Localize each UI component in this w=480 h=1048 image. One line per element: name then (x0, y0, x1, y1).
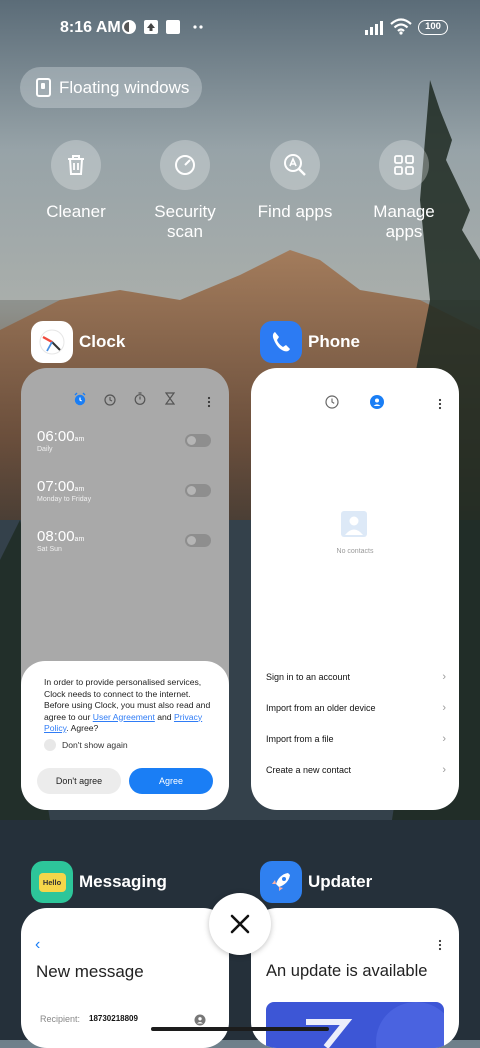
empty-contacts-icon (340, 510, 368, 543)
app-notification-icon (121, 19, 137, 40)
clock-app-name: Clock (79, 332, 126, 351)
consent-text: In order to provide personalised service… (44, 677, 211, 733)
grid-icon (379, 140, 429, 190)
more-options-icon[interactable] (438, 397, 442, 415)
import-file-item[interactable]: Import from a file › (266, 733, 446, 745)
close-icon (230, 914, 250, 934)
floating-window-icon (36, 78, 51, 97)
alarm-repeat: Monday to Friday (37, 496, 92, 503)
find-apps-button[interactable]: Find apps (240, 140, 350, 222)
manage-apps-label: Manage apps (373, 202, 435, 241)
recipient-input[interactable]: 18730218809 (89, 1014, 138, 1023)
chevron-right-icon: › (442, 733, 446, 745)
phone-app-icon (260, 321, 302, 363)
clock-app-header[interactable]: Clock (31, 321, 125, 363)
user-agreement-link[interactable]: User Agreement (93, 712, 155, 722)
find-apps-label: Find apps (257, 202, 333, 221)
phone-app-card[interactable]: No contacts Sign in to an account › Impor… (251, 368, 459, 810)
chevron-right-icon: › (442, 671, 446, 683)
messaging-app-header[interactable]: Hello Messaging (31, 861, 167, 903)
new-message-title: New message (36, 962, 144, 981)
stopwatch-tab-icon[interactable] (134, 392, 146, 410)
timer-tab-icon[interactable] (164, 392, 176, 410)
checkbox-icon (44, 739, 56, 751)
cleaner-label: Cleaner (46, 202, 106, 221)
security-icon (160, 140, 210, 190)
wifi-icon (390, 18, 412, 40)
dont-show-again-label: Don't show again (62, 740, 128, 750)
dont-agree-button[interactable]: Don't agree (37, 768, 121, 794)
alarm-toggle[interactable] (185, 484, 211, 497)
battery-level: 100 (425, 21, 441, 32)
clock-app-icon (31, 321, 73, 363)
more-options-icon[interactable] (438, 938, 442, 956)
phone-app-name: Phone (308, 332, 360, 351)
create-contact-item[interactable]: Create a new contact › (266, 764, 446, 776)
chevron-right-icon: › (442, 764, 446, 776)
updater-app-name: Updater (308, 872, 373, 891)
security-scan-label: Security scan (154, 202, 216, 241)
recents-tab-icon[interactable] (325, 395, 339, 414)
floating-windows-label: Floating windows (59, 77, 190, 97)
contacts-tab-icon[interactable] (370, 395, 384, 414)
more-dots-icon (192, 20, 204, 38)
home-indicator[interactable] (151, 1027, 329, 1031)
updater-app-icon (260, 861, 302, 903)
upload-icon (143, 19, 159, 40)
security-scan-button[interactable]: Security scan (130, 140, 240, 242)
messaging-app-name: Messaging (79, 872, 167, 891)
alarm-item[interactable]: 08:00am Sat Sun (37, 528, 217, 553)
update-banner (266, 1002, 444, 1048)
alarm-toggle[interactable] (185, 534, 211, 547)
cleaner-button[interactable]: Cleaner (21, 140, 131, 222)
square-icon (165, 19, 181, 40)
phone-app-header[interactable]: Phone (260, 321, 360, 363)
consent-dialog: In order to provide personalised service… (21, 661, 229, 810)
alarm-repeat: Sat Sun (37, 546, 62, 553)
manage-apps-button[interactable]: Manage apps (349, 140, 459, 242)
chevron-right-icon: › (442, 702, 446, 714)
status-bar: 8:16 AM 100 (0, 0, 480, 56)
no-contacts-label: No contacts (336, 548, 374, 555)
trash-icon (51, 140, 101, 190)
dont-show-again-checkbox[interactable]: Don't show again (44, 739, 128, 751)
agree-button[interactable]: Agree (129, 768, 213, 794)
messaging-icon-bubble: Hello (38, 872, 66, 892)
clear-all-button[interactable] (209, 893, 271, 955)
find-apps-icon (270, 140, 320, 190)
messaging-app-icon: Hello (31, 861, 73, 903)
alarm-item[interactable]: 07:00am Monday to Friday (37, 478, 217, 503)
recipient-label: Recipient: (40, 1014, 81, 1024)
clock-app-card[interactable]: 06:00am Daily 07:00am Monday to Friday 0… (21, 368, 229, 810)
update-available-title: An update is available (266, 962, 428, 980)
more-options-icon[interactable] (207, 395, 211, 413)
alarm-toggle[interactable] (185, 434, 211, 447)
sign-in-account-item[interactable]: Sign in to an account › (266, 671, 446, 683)
alarm-repeat: Daily (37, 446, 53, 453)
updater-app-header[interactable]: Updater (260, 861, 372, 903)
status-time: 8:16 AM (60, 19, 121, 36)
floating-windows-button[interactable]: Floating windows (20, 67, 202, 108)
alarm-item[interactable]: 06:00am Daily (37, 428, 217, 453)
alarm-tab-icon[interactable] (73, 392, 87, 411)
world-clock-tab-icon[interactable] (104, 393, 116, 411)
signal-icon (364, 20, 386, 40)
back-icon[interactable]: ‹ (35, 936, 40, 954)
battery-icon: 100 (418, 20, 448, 35)
import-older-device-item[interactable]: Import from an older device › (266, 702, 446, 714)
